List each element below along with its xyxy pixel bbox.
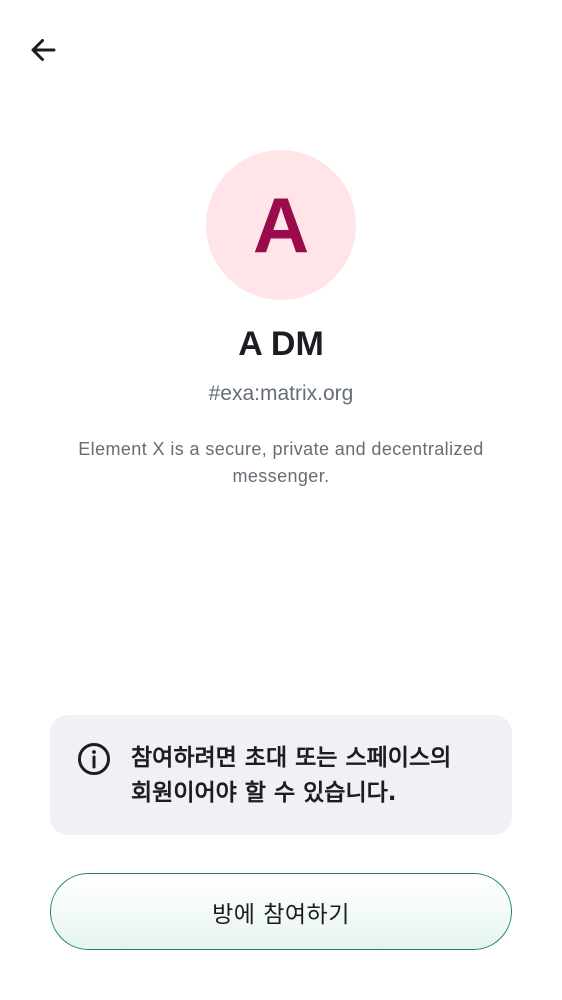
room-name: A DM — [238, 325, 324, 363]
room-alias: #exa:matrix.org — [208, 382, 354, 405]
room-topic: Element X is a secure, private and decen… — [78, 439, 484, 486]
info-message: 참여하려면 초대 또는 스페이스의 회원이어야 할 수 있습니다. — [131, 745, 452, 806]
avatar-letter: A — [252, 181, 310, 269]
back-button[interactable] — [20, 27, 66, 73]
info-card: 참여하려면 초대 또는 스페이스의 회원이어야 할 수 있습니다. — [50, 715, 512, 835]
room-avatar: A — [206, 150, 356, 300]
arrow-left-icon — [31, 39, 56, 61]
info-circle-icon — [78, 743, 110, 775]
join-room-button[interactable]: 방에 참여하기 — [50, 873, 512, 950]
join-room-screen: A A DM #exa:matrix.org Element X is a se… — [0, 0, 562, 1000]
join-room-label: 방에 참여하기 — [212, 901, 350, 928]
